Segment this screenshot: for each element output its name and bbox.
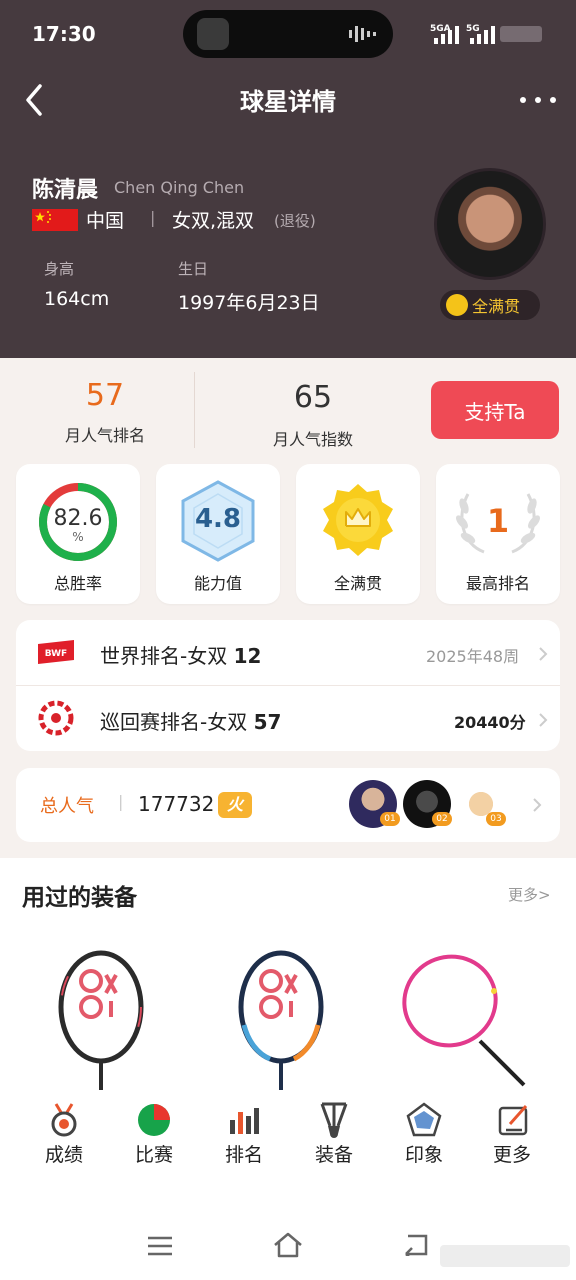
ability-card[interactable]: 4.8 能力值: [156, 464, 280, 604]
support-button[interactable]: 支持Ta: [431, 381, 559, 439]
tour-logo-icon: [38, 700, 74, 736]
height-label: 身高: [44, 260, 75, 278]
win-rate-label: 总胜率: [53, 574, 102, 593]
chevron-right-icon: [539, 647, 548, 661]
player-status: (退役): [274, 212, 316, 230]
media-thumbnail: [197, 18, 229, 50]
bwf-logo-text: BWF: [45, 649, 67, 659]
win-rate-unit: %: [72, 530, 84, 544]
grand-slam-badge: 全满贯: [440, 290, 540, 320]
world-ranking-row[interactable]: BWF 世界排名-女双 12 2025年48周: [16, 620, 560, 685]
grand-slam-badge-label: 全满贯: [472, 297, 521, 316]
ability-label: 能力值: [193, 574, 242, 593]
equipment-item[interactable]: [204, 945, 358, 1090]
height-value: 164cm: [44, 288, 110, 310]
racket-icon: [238, 950, 324, 1090]
total-popularity-value: 177732: [138, 792, 215, 816]
popularity-index-label: 月人气指数: [272, 430, 353, 449]
player-avatar: [434, 168, 546, 280]
crown-medal-icon: [323, 484, 393, 556]
signal-icon: [434, 26, 459, 44]
birthday-label: 生日: [178, 260, 209, 278]
world-ranking-value: 12: [233, 644, 262, 668]
more-options-icon[interactable]: [520, 86, 556, 114]
best-rank-value: 1: [486, 502, 510, 540]
chevron-right-icon: [533, 798, 542, 812]
menu-icon[interactable]: [146, 1236, 174, 1256]
player-events: 女双,混双: [172, 210, 255, 232]
nav-more-label[interactable]: 更多: [467, 1140, 557, 1167]
best-rank-card[interactable]: 1 最高排名: [436, 464, 560, 604]
signal-icon-2: [470, 26, 495, 44]
shuttlecock-icon[interactable]: [316, 1102, 352, 1138]
nav-matches-label[interactable]: 比赛: [109, 1140, 199, 1167]
best-rank-label: 最高排名: [465, 574, 530, 593]
ability-value: 4.8: [194, 504, 242, 534]
nav-equipment-label[interactable]: 装备: [289, 1140, 379, 1167]
tour-ranking-row[interactable]: 巡回赛排名-女双 57 20440分: [16, 686, 560, 751]
nav-impression-label[interactable]: 印象: [379, 1140, 469, 1167]
edit-icon[interactable]: [496, 1102, 532, 1138]
page-title: 球星详情: [240, 88, 336, 116]
tour-ranking-points: 20440分: [454, 713, 526, 732]
nav-results-label[interactable]: 成绩: [19, 1140, 109, 1167]
popularity-separator: |: [118, 792, 124, 811]
back-nav-icon[interactable]: [402, 1234, 430, 1256]
win-rate-value: 82.6: [53, 506, 103, 531]
world-ranking-week: 2025年48周: [426, 647, 520, 666]
medal-icon[interactable]: [46, 1102, 82, 1138]
popularity-rank-value: 57: [85, 378, 125, 413]
fan-rank-tag: 01: [380, 812, 400, 826]
racket-icon: [58, 950, 144, 1090]
racket-icon: [402, 954, 526, 1087]
equipment-item[interactable]: [384, 945, 538, 1090]
popularity-rank-label: 月人气排名: [64, 426, 145, 445]
equipment-title: 用过的装备: [22, 885, 137, 911]
popularity-index-value: 65: [293, 380, 333, 415]
equipment-item[interactable]: [24, 945, 178, 1090]
home-icon[interactable]: [272, 1232, 304, 1258]
status-time: 17:30: [32, 22, 96, 46]
chevron-right-icon: [539, 713, 548, 727]
tour-ranking-title: 巡回赛排名-女双 57: [100, 710, 282, 734]
win-rate-card[interactable]: 82.6 % 总胜率: [16, 464, 140, 604]
player-country: 中国: [86, 210, 125, 232]
world-ranking-title: 世界排名-女双 12: [100, 644, 262, 668]
dynamic-island[interactable]: [183, 10, 393, 58]
watermark-blur: [440, 1245, 570, 1267]
radar-icon[interactable]: [406, 1102, 442, 1138]
equipment-more-link[interactable]: 更多>: [508, 884, 551, 905]
crown-coin-icon: [446, 294, 468, 316]
stats-divider: [194, 372, 195, 448]
audio-wave-icon: [349, 26, 376, 42]
tour-ranking-value: 57: [253, 710, 282, 734]
nav-ranking-label[interactable]: 排名: [199, 1140, 289, 1167]
total-popularity-label: 总人气: [40, 796, 94, 817]
player-name-en: Chen Qing Chen: [114, 178, 245, 197]
rankings-panel: BWF 世界排名-女双 12 2025年48周 巡回赛排名-女双 57 2044…: [16, 620, 560, 751]
player-header: 17:30 5GA 5G 球星详情 陈清晨 Chen Qing Chen 中国 …: [0, 0, 576, 358]
battery-icon: [500, 26, 542, 42]
china-flag-icon: [32, 209, 78, 231]
grand-slam-label: 全满贯: [333, 574, 382, 593]
fan-rank-tag: 02: [432, 812, 452, 826]
birthday-value: 1997年6月23日: [178, 292, 320, 314]
fan-rank-tag: 03: [486, 812, 506, 826]
bar-chart-icon[interactable]: [226, 1102, 262, 1138]
fire-icon: 火: [218, 792, 252, 818]
bwf-logo-icon: BWF: [38, 640, 74, 664]
info-separator: |: [150, 208, 156, 227]
pie-chart-icon[interactable]: [136, 1102, 172, 1138]
grand-slam-card[interactable]: 全满贯: [296, 464, 420, 604]
player-name: 陈清晨: [32, 178, 99, 203]
